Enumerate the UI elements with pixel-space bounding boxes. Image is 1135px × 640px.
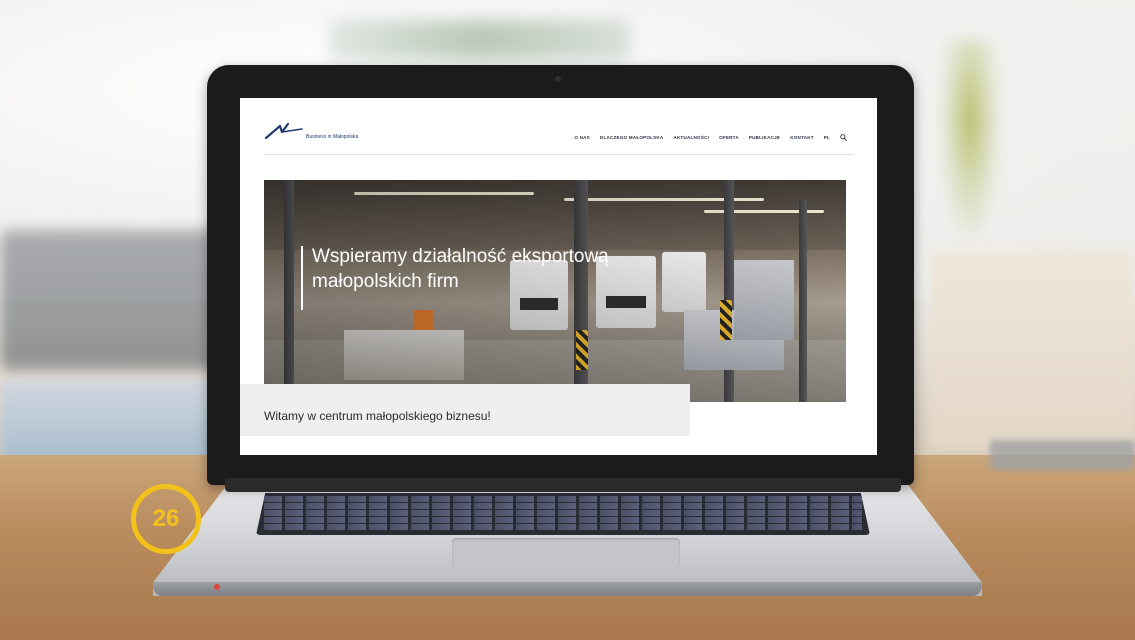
background-plant <box>940 40 1000 240</box>
page-number-badge: 26 <box>131 484 201 554</box>
background-cabinet <box>930 250 1135 450</box>
laptop-hinge <box>225 478 901 492</box>
logo-mark-icon <box>264 123 303 139</box>
header-divider <box>264 154 854 155</box>
touchpad <box>452 538 680 568</box>
power-led <box>214 584 220 590</box>
hero-title-line: małopolskich firm <box>312 271 459 292</box>
hero-title: Wspieramy działalność eksportową małopol… <box>312 244 692 294</box>
hero-title-line: Wspieramy działalność eksportową <box>312 246 609 267</box>
nav-item-oferta[interactable]: OFERTA <box>719 135 739 140</box>
keyboard-row <box>264 524 862 530</box>
welcome-box: Witamy w centrum małopolskiego biznesu! <box>240 384 690 436</box>
site-logo[interactable]: Business in Małopolska <box>264 122 358 140</box>
nav-item-aktualnosci[interactable]: AKTUALNOŚCI <box>673 135 709 140</box>
keyboard-row <box>264 496 862 502</box>
hero-accent-bar <box>301 246 303 310</box>
background-laptop <box>0 230 230 370</box>
logo-text: Business in Małopolska <box>306 134 359 140</box>
nav-item-o-nas[interactable]: O NAS <box>574 135 590 140</box>
laptop-screen: Business in Małopolska O NAS DLACZEGO MA… <box>240 98 877 455</box>
site-header: Business in Małopolska O NAS DLACZEGO MA… <box>240 98 877 154</box>
search-icon[interactable] <box>840 134 847 141</box>
background-device <box>990 440 1135 470</box>
page-number: 26 <box>152 505 180 532</box>
laptop-base-edge <box>153 582 982 596</box>
nav-item-publikacje[interactable]: PUBLIKACJE <box>749 135 780 140</box>
keyboard-row <box>264 510 862 516</box>
main-nav: O NAS DLACZEGO MAŁOPOLSKA AKTUALNOŚCI OF… <box>574 134 847 141</box>
hero-banner: Wspieramy działalność eksportową małopol… <box>264 180 846 402</box>
nav-item-kontakt[interactable]: KONTAKT <box>790 135 814 140</box>
webcam-icon <box>555 76 561 82</box>
background-shelf <box>330 20 630 60</box>
keyboard-row <box>264 517 862 523</box>
welcome-text: Witamy w centrum małopolskiego biznesu! <box>264 409 491 423</box>
language-switch[interactable]: PL <box>824 135 830 140</box>
nav-item-dlaczego-malopolska[interactable]: DLACZEGO MAŁOPOLSKA <box>600 135 664 140</box>
keyboard-row <box>264 503 862 509</box>
